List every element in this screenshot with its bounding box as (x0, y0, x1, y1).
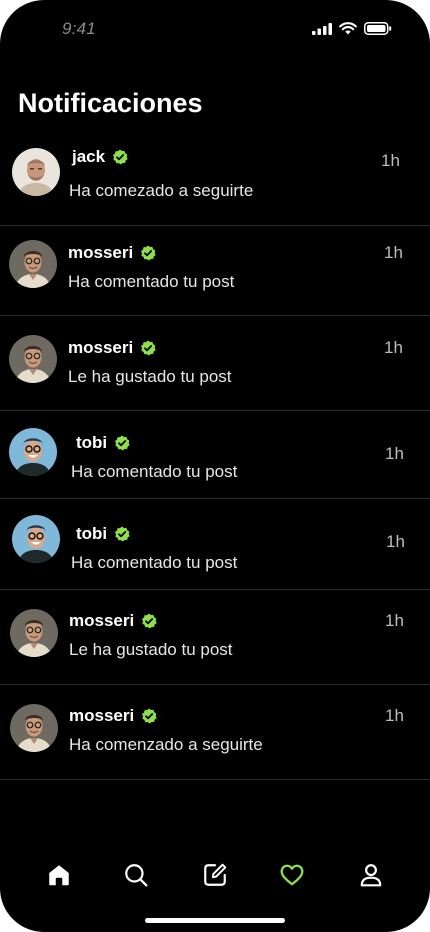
notification-row[interactable]: jack Ha comezado a seguirte 1h (0, 130, 430, 226)
user-line: tobi (76, 524, 130, 544)
notification-text: Ha comezado a seguirte (69, 181, 254, 200)
verified-badge-icon (113, 149, 128, 165)
heart-icon (280, 864, 304, 886)
verified-badge-icon (142, 708, 157, 724)
notification-row[interactable]: mosseri Le ha gustado tu post 1h (0, 315, 430, 411)
notification-time: 1h (385, 611, 404, 630)
verified-badge-icon (115, 526, 130, 542)
avatar[interactable] (9, 428, 57, 476)
tab-activity[interactable] (277, 860, 307, 890)
notification-time: 1h (386, 532, 405, 551)
avatar[interactable] (12, 148, 60, 196)
battery-icon (364, 22, 392, 35)
avatar[interactable] (10, 704, 58, 752)
username[interactable]: mosseri (69, 611, 134, 631)
username[interactable]: jack (72, 147, 105, 167)
compose-icon (204, 863, 227, 886)
user-line: jack (72, 147, 128, 167)
tab-compose[interactable] (200, 860, 230, 890)
tobi-avatar (12, 515, 60, 563)
verified-badge-icon (141, 340, 156, 356)
notification-time: 1h (384, 243, 403, 262)
username[interactable]: tobi (76, 433, 107, 453)
tab-home[interactable] (44, 860, 74, 890)
profile-icon (360, 864, 382, 887)
notification-text: Ha comenzado a seguirte (69, 735, 263, 754)
notification-text: Le ha gustado tu post (68, 367, 232, 386)
username[interactable]: mosseri (68, 338, 133, 358)
notification-time: 1h (384, 338, 403, 357)
avatar[interactable] (10, 609, 58, 657)
search-icon (125, 864, 148, 887)
home-indicator[interactable] (145, 918, 285, 923)
notification-text: Le ha gustado tu post (69, 640, 233, 659)
tab-profile[interactable] (356, 860, 386, 890)
username[interactable]: tobi (76, 524, 107, 544)
user-line: tobi (76, 433, 130, 453)
mosseri-avatar (10, 704, 58, 752)
mosseri-avatar (9, 335, 57, 383)
verified-badge-icon (115, 435, 130, 451)
notification-text: Ha comentado tu post (68, 272, 235, 291)
status-icons (312, 22, 392, 35)
jack-avatar (12, 148, 60, 196)
avatar[interactable] (9, 335, 57, 383)
wifi-icon (339, 22, 357, 35)
notification-text: Ha comentado tu post (71, 553, 238, 572)
notification-text: Ha comentado tu post (71, 462, 238, 481)
status-bar: 9:41 (0, 0, 430, 60)
username[interactable]: mosseri (68, 243, 133, 263)
user-line: mosseri (69, 611, 157, 631)
tab-bar (0, 848, 430, 900)
verified-badge-icon (141, 245, 156, 261)
mosseri-avatar (9, 240, 57, 288)
tab-search[interactable] (121, 860, 151, 890)
username[interactable]: mosseri (69, 706, 134, 726)
user-line: mosseri (68, 243, 156, 263)
avatar[interactable] (9, 240, 57, 288)
home-icon (49, 865, 69, 886)
notification-time: 1h (381, 151, 400, 170)
user-line: mosseri (68, 338, 156, 358)
page-title: Notificaciones (18, 88, 203, 118)
signal-icon (312, 22, 332, 35)
mosseri-avatar (10, 609, 58, 657)
notification-time: 1h (385, 444, 404, 463)
notification-row[interactable]: tobi Ha comentado tu post 1h (0, 498, 430, 590)
notification-row[interactable]: tobi Ha comentado tu post 1h (0, 410, 430, 499)
status-time: 9:41 (62, 19, 96, 38)
phone-screen: 9:41 Notificaciones jack Ha comezado a s… (0, 0, 430, 932)
avatar[interactable] (12, 515, 60, 563)
notification-time: 1h (385, 706, 404, 725)
notification-row[interactable]: mosseri Ha comentado tu post 1h (0, 225, 430, 316)
verified-badge-icon (142, 613, 157, 629)
notification-row[interactable]: mosseri Ha comenzado a seguirte 1h (0, 684, 430, 780)
notification-row[interactable]: mosseri Le ha gustado tu post 1h (0, 589, 430, 685)
tobi-avatar (9, 428, 57, 476)
user-line: mosseri (69, 706, 157, 726)
